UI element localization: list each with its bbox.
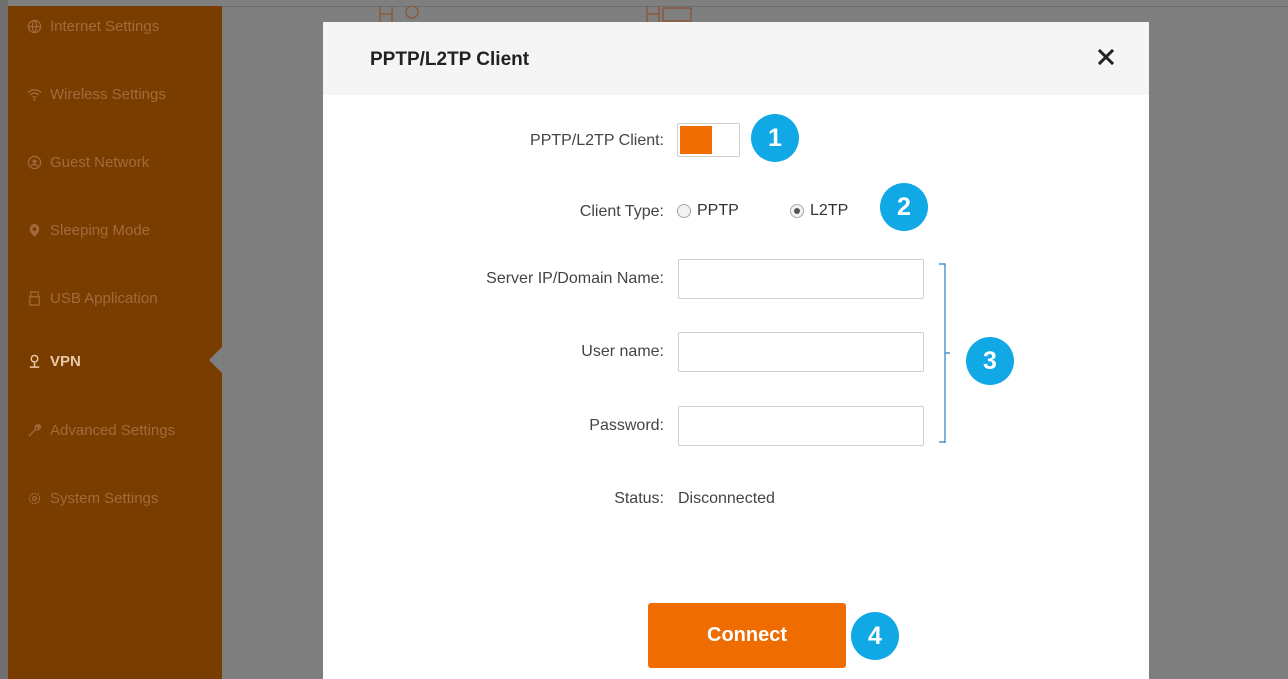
toggle-thumb — [714, 126, 736, 154]
sidebar-item-internet-settings[interactable]: Internet Settings — [26, 14, 159, 38]
modal-title: PPTP/L2TP Client — [370, 49, 530, 70]
background-icon — [379, 6, 419, 22]
callout-badge: 3 — [966, 337, 1014, 385]
client-enable-toggle[interactable] — [677, 123, 740, 157]
server-input[interactable] — [678, 259, 924, 299]
radio-l2tp-circle[interactable] — [790, 204, 804, 218]
status-value: Disconnected — [678, 490, 775, 507]
callout-badge: 1 — [751, 114, 799, 162]
moon-icon — [26, 222, 42, 238]
client-toggle-label: PPTP/L2TP Client: — [530, 132, 664, 149]
callout-bracket — [939, 263, 950, 443]
server-label: Server IP/Domain Name: — [486, 270, 664, 287]
sidebar-item-label: System Settings — [50, 489, 159, 507]
sidebar-item-vpn[interactable]: VPN — [26, 349, 81, 373]
sidebar-item-label: Advanced Settings — [50, 421, 176, 439]
sidebar-item-label: Guest Network — [50, 153, 150, 171]
password-label: Password: — [589, 417, 664, 434]
usb-icon — [26, 290, 42, 306]
callout-badge: 2 — [880, 183, 928, 231]
client-type-label: Client Type: — [579, 203, 664, 220]
radio-l2tp-label: L2TP — [810, 202, 849, 219]
gear-icon — [26, 490, 42, 506]
globe-icon — [26, 18, 42, 34]
wifi-icon — [26, 86, 42, 102]
password-input[interactable] — [678, 406, 924, 446]
background-icon — [646, 6, 692, 22]
radio-pptp[interactable]: PPTP — [677, 202, 739, 220]
sidebar-item-system-settings[interactable]: System Settings — [26, 486, 158, 510]
sidebar-item-label: Internet Settings — [50, 17, 160, 35]
close-button[interactable] — [1093, 44, 1119, 70]
active-item-indicator — [209, 345, 224, 375]
sidebar-item-usb-application[interactable]: USB Application — [26, 286, 158, 310]
radio-pptp-label: PPTP — [697, 202, 739, 219]
callout-badge: 4 — [851, 612, 899, 660]
toggle-on-fill — [680, 126, 712, 154]
sidebar-item-label: Sleeping Mode — [50, 221, 151, 239]
vpn-icon — [26, 353, 42, 369]
radio-l2tp[interactable]: L2TP — [790, 202, 848, 220]
pptp-l2tp-modal: PPTP/L2TP Client PPTP/L2TP Client: Clien… — [323, 22, 1149, 679]
sidebar-item-label: VPN — [50, 352, 81, 370]
wrench-icon — [26, 422, 42, 438]
window-edge — [0, 0, 8, 679]
sidebar-item-guest-network[interactable]: Guest Network — [26, 150, 149, 174]
radio-selected-dot — [794, 208, 800, 214]
status-label: Status: — [614, 490, 664, 507]
connect-button[interactable]: Connect — [648, 603, 846, 668]
guest-icon — [26, 154, 42, 170]
sidebar-item-label: Wireless Settings — [50, 85, 166, 103]
sidebar-item-label: USB Application — [50, 289, 158, 307]
username-input[interactable] — [678, 332, 924, 372]
username-label: User name: — [581, 343, 664, 360]
sidebar-item-sleeping-mode[interactable]: Sleeping Mode — [26, 218, 150, 242]
close-icon — [1098, 49, 1114, 65]
radio-pptp-circle[interactable] — [677, 204, 691, 218]
sidebar-item-advanced-settings[interactable]: Advanced Settings — [26, 418, 175, 442]
sidebar-item-wireless-settings[interactable]: Wireless Settings — [26, 82, 166, 106]
modal-header: PPTP/L2TP Client — [323, 22, 1149, 95]
sidebar: Internet Settings Wireless Settings Gues… — [8, 6, 222, 679]
